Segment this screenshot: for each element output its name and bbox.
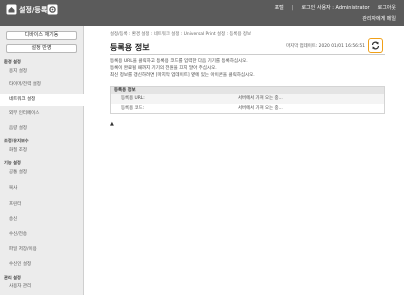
sidebar-item-volume[interactable]: 음량 설정 (0, 123, 84, 135)
main-content: 설정/등록 : 환경 설정 : 네트워크 설정 : Universal Prin… (85, 26, 404, 295)
login-user-label: 로그인 사용자 : Administrator (301, 5, 370, 11)
description-line: 최신 정보를 갱신하려면 [마지막 업데이트] 옆에 있는 아이콘을 클릭하십시… (110, 73, 255, 78)
divider: | (291, 4, 294, 11)
description-line: 등록이 완료될 때까지 기기의 전원을 끄지 말아 주십시오. (110, 66, 217, 71)
panel-heading: 등록용 정보 (111, 87, 384, 94)
app-title: 설정/등록 (19, 6, 48, 14)
home-icon[interactable] (6, 4, 17, 15)
sidebar-item-image-quality[interactable]: 화질 조정 (0, 145, 84, 157)
sidebar-item-network[interactable]: 네트워크 설정 (0, 94, 84, 106)
contact-admin-link[interactable]: 관리자에게 메일 (362, 15, 396, 22)
apply-settings-button[interactable]: 설정 반영 (6, 44, 77, 53)
title-divider (110, 54, 385, 55)
header-bar: 설정/등록 포털 | 로그인 사용자 : Administrator 로그아웃 … (0, 0, 404, 26)
device-restart-button[interactable]: 디바이스 재기동 (6, 31, 77, 40)
refresh-button[interactable] (368, 38, 383, 53)
sidebar-item-send[interactable]: 송신 (0, 214, 84, 226)
sidebar-item-timer-power[interactable]: 타이머/전력 설정 (0, 79, 84, 91)
sidebar-section-adjustment: 조정/유지보수 (4, 138, 29, 143)
registration-code-label: 등록용 코드: (121, 106, 145, 111)
sidebar-item-destination[interactable]: 수신인 설정 (0, 259, 84, 271)
portal-link[interactable]: 포털 (275, 4, 284, 11)
breadcrumb[interactable]: 설정/등록 : 환경 설정 : 네트워크 설정 : Universal Prin… (110, 31, 251, 37)
sidebar-item-copy[interactable]: 복사 (0, 183, 84, 195)
sidebar-item-paper[interactable]: 용지 설정 (0, 66, 84, 78)
logout-link[interactable]: 로그아웃 (378, 4, 396, 11)
sidebar: 디바이스 재기동 설정 반영 환경 설정 용지 설정 타이머/전력 설정 네트워… (0, 26, 84, 295)
page-title: 등록용 정보 (110, 43, 150, 52)
registration-code-value: 서버에서 가져 오는 중... (238, 106, 283, 111)
sidebar-item-file-store[interactable]: 파일 저장/이용 (0, 244, 84, 256)
registration-url-value: 서버에서 가져 오는 중... (238, 96, 283, 101)
sidebar-section-environment: 환경 설정 (4, 59, 21, 64)
sidebar-section-function: 기능 설정 (4, 160, 21, 165)
sidebar-item-user-management[interactable]: 사용자 관리 (0, 281, 84, 293)
sidebar-item-external-interface[interactable]: 외부 인터페이스 (0, 108, 84, 120)
description-line: 등록용 URL을 클릭하고 등록용 코드를 입력한 다음 기기를 등록하십시오. (110, 59, 248, 64)
sidebar-item-common[interactable]: 공통 설정 (0, 167, 84, 179)
registration-url-row: 등록용 URL: 서버에서 가져 오는 중... (111, 94, 384, 104)
gear-icon (47, 4, 58, 15)
refresh-icon (371, 41, 380, 50)
back-to-top-link[interactable]: ▲ (110, 121, 114, 127)
sidebar-item-printer[interactable]: 프린터 (0, 199, 84, 211)
registration-code-row: 등록용 코드: 서버에서 가져 오는 중... (111, 104, 384, 114)
registration-url-label: 등록용 URL: (121, 96, 145, 101)
registration-info-panel: 등록용 정보 등록용 URL: 서버에서 가져 오는 중... 등록용 코드: … (110, 86, 385, 114)
top-menu: 포털 | 로그인 사용자 : Administrator 로그아웃 (275, 3, 396, 12)
last-updated-label: 마지막 업데이트: 2020 01/01 16:56:51 (286, 44, 365, 49)
sidebar-item-receive-forward[interactable]: 수신/전송 (0, 229, 84, 241)
